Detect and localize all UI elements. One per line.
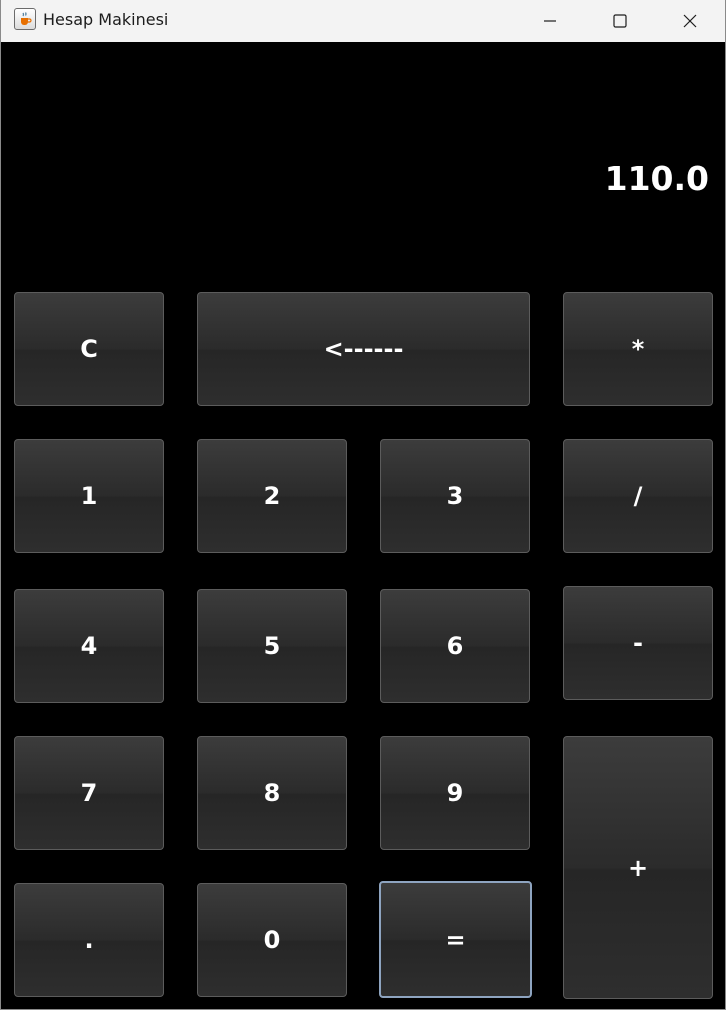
display-value: 110.0 xyxy=(604,159,709,198)
digit-4-button[interactable]: 4 xyxy=(14,589,164,703)
result-display: 110.0 xyxy=(2,42,724,282)
close-button[interactable] xyxy=(655,0,725,42)
calculator-window: Hesap Makinesi 110.0 C <------ * 1 2 3 /… xyxy=(0,0,726,1010)
java-cup-icon xyxy=(14,8,36,30)
close-icon xyxy=(683,14,697,28)
clear-button[interactable]: C xyxy=(14,292,164,406)
minimize-icon xyxy=(544,20,556,22)
digit-1-button[interactable]: 1 xyxy=(14,439,164,553)
window-title: Hesap Makinesi xyxy=(43,10,169,29)
digit-7-button[interactable]: 7 xyxy=(14,736,164,850)
digit-0-button[interactable]: 0 xyxy=(197,883,347,997)
title-bar[interactable]: Hesap Makinesi xyxy=(1,0,725,42)
subtract-button[interactable]: - xyxy=(563,586,713,700)
multiply-button[interactable]: * xyxy=(563,292,713,406)
digit-5-button[interactable]: 5 xyxy=(197,589,347,703)
digit-3-button[interactable]: 3 xyxy=(380,439,530,553)
divide-button[interactable]: / xyxy=(563,439,713,553)
decimal-button[interactable]: . xyxy=(14,883,164,997)
equals-button[interactable]: = xyxy=(379,881,532,998)
minimize-button[interactable] xyxy=(515,0,585,42)
backspace-button[interactable]: <------ xyxy=(197,292,530,406)
add-button[interactable]: + xyxy=(563,736,713,999)
maximize-icon xyxy=(613,14,627,28)
digit-2-button[interactable]: 2 xyxy=(197,439,347,553)
digit-8-button[interactable]: 8 xyxy=(197,736,347,850)
maximize-button[interactable] xyxy=(585,0,655,42)
digit-9-button[interactable]: 9 xyxy=(380,736,530,850)
digit-6-button[interactable]: 6 xyxy=(380,589,530,703)
